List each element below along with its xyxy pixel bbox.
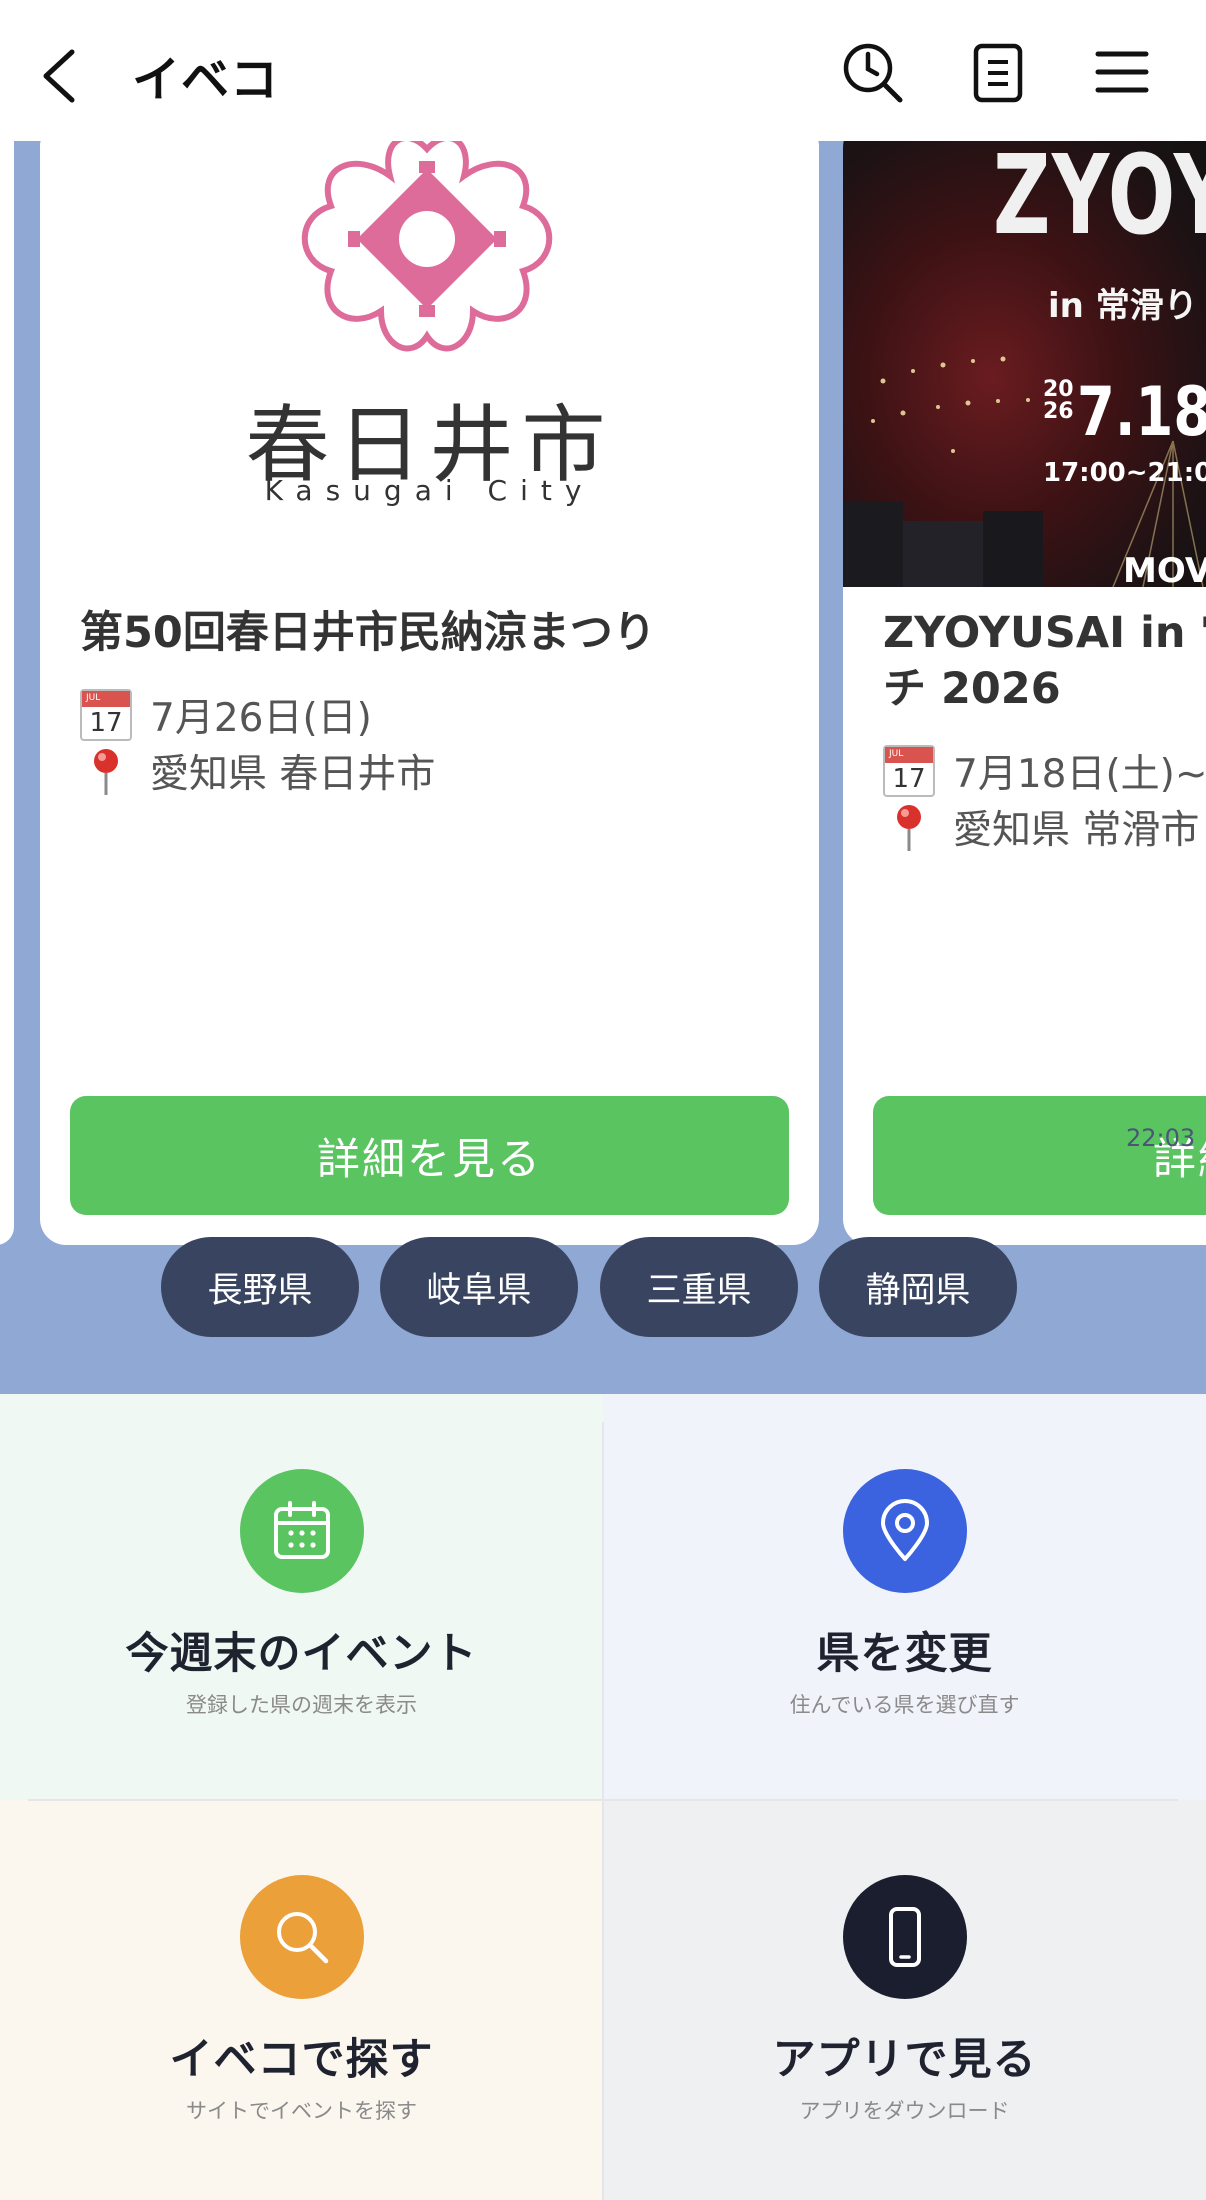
event-location: 愛知県 常滑市 — [953, 808, 1200, 853]
chip-nagano[interactable]: 長野県 — [161, 1237, 359, 1337]
event-title: 第50回春日井市民納涼まつり — [80, 608, 656, 658]
menu-item-label: アプリで見る — [772, 2035, 1037, 2085]
menu-item-weekend-events[interactable]: 今週末のイベント 登録した県の週末を表示 — [0, 1394, 603, 1800]
event-date-row: JUL 17 7月26日(日) — [80, 687, 372, 743]
search-icon — [239, 1875, 364, 1999]
logo-roman: Kasugai City — [264, 474, 595, 507]
notes-icon[interactable] — [966, 40, 1030, 104]
menu-divider — [28, 1799, 1178, 1801]
menu-item-label: イベコで探す — [169, 2035, 434, 2085]
event-card[interactable]: 春日井市 Kasugai City 第50回春日井市民納涼まつり JUL 17 … — [40, 141, 819, 1245]
details-button[interactable]: 詳細 — [873, 1096, 1206, 1215]
menu-item-sublabel: 登録した県の週末を表示 — [186, 1693, 417, 1717]
menu-item-sublabel: アプリをダウンロード — [799, 2099, 1010, 2123]
sakura-emblem-icon — [301, 141, 553, 352]
event-location: 愛知県 春日井市 — [150, 752, 436, 797]
event-card[interactable]: ZYOY in 常滑り 20 26 7.18 17:00~21:00 MOVIN… — [843, 141, 1206, 1245]
menu-icon[interactable] — [1090, 40, 1154, 104]
menu-item-label: 県を変更 — [816, 1629, 993, 1679]
smartphone-icon — [842, 1875, 967, 1999]
hero-subtitle: in 常滑り — [1048, 286, 1198, 326]
message-timestamp: 22:03 — [1126, 1124, 1196, 1152]
hero-bottom-text: MOVIN — [1123, 551, 1206, 591]
back-icon[interactable] — [38, 46, 82, 106]
chip-shizuoka[interactable]: 静岡県 — [819, 1237, 1017, 1337]
event-date-row: JUL 17 7月18日(土)~ — [883, 743, 1206, 799]
page-title: イベコ — [132, 52, 280, 108]
menu-item-view-app[interactable]: アプリで見る アプリをダウンロード — [603, 1800, 1206, 2200]
clock-search-icon[interactable] — [840, 40, 904, 104]
event-image: ZYOY in 常滑り 20 26 7.18 17:00~21:00 MOVIN — [843, 141, 1206, 591]
event-title: ZYOYUSAI in 常 チ 2026 — [883, 608, 1206, 714]
menu-item-label: 今週末のイベント — [125, 1629, 478, 1679]
chip-mie[interactable]: 三重県 — [600, 1237, 798, 1337]
event-image: 春日井市 Kasugai City — [40, 141, 819, 587]
quick-reply-chips: 長野県 岐阜県 三重県 静岡県 — [0, 1237, 1206, 1343]
pushpin-icon — [80, 745, 132, 797]
chat-area: 春日井市 Kasugai City 第50回春日井市民納涼まつり JUL 17 … — [0, 141, 1206, 1394]
details-button[interactable]: 詳細を見る — [70, 1096, 789, 1215]
event-date: 7月18日(土)~ — [953, 752, 1206, 797]
menu-item-change-prefecture[interactable]: 県を変更 住んでいる県を選び直す — [603, 1394, 1206, 1800]
location-pin-icon — [842, 1469, 967, 1593]
hero-date: 7.18 — [1077, 373, 1206, 452]
rich-menu: 今週末のイベント 登録した県の週末を表示 県を変更 住んでいる県を選び直す イベ… — [0, 1394, 1206, 2200]
app-header: イベコ — [0, 0, 1206, 141]
kasugai-city-logo: 春日井市 Kasugai City — [40, 141, 819, 587]
menu-item-sublabel: サイトでイベントを探す — [186, 2099, 417, 2123]
hero-title: ZYOY — [993, 141, 1206, 259]
menu-divider — [602, 1422, 604, 2200]
chip-gifu[interactable]: 岐阜県 — [380, 1237, 578, 1337]
menu-item-sublabel: 住んでいる県を選び直す — [789, 1693, 1020, 1717]
pushpin-icon — [883, 801, 935, 853]
menu-item-search-site[interactable]: イベコで探す サイトでイベントを探す — [0, 1800, 603, 2200]
calendar-icon — [239, 1469, 364, 1593]
previous-card[interactable] — [0, 141, 14, 1245]
hero-time: 17:00~21:00 — [1043, 458, 1206, 488]
hero-year: 20 26 — [1043, 377, 1074, 424]
event-date: 7月26日(日) — [150, 696, 372, 741]
event-location-row: 愛知県 春日井市 — [80, 743, 435, 799]
event-location-row: 愛知県 常滑市 — [883, 799, 1199, 855]
calendar-emoji-icon: JUL 17 — [883, 745, 935, 797]
calendar-emoji-icon: JUL 17 — [80, 689, 132, 741]
